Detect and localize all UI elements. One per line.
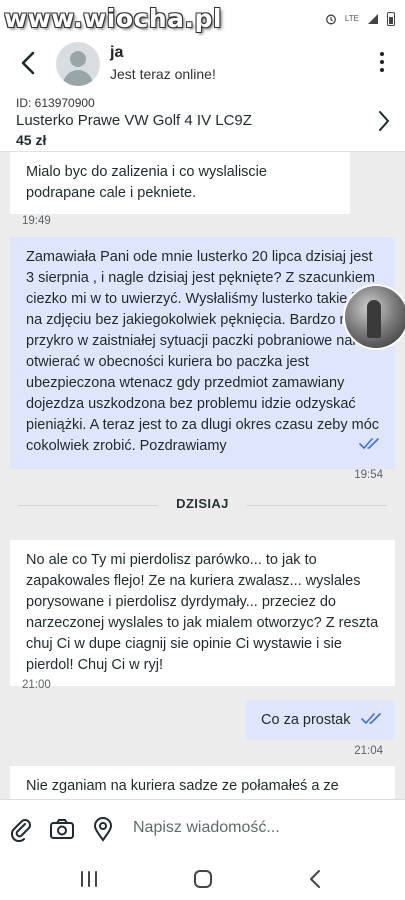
message-incoming[interactable]: Mialo byc do zalizenia i co wyslaliscie … [10, 152, 350, 214]
read-ticks-icon [361, 713, 381, 724]
ad-info-bar[interactable]: ID: 613970900 Lusterko Prawe VW Golf 4 I… [0, 90, 405, 152]
contact-name[interactable]: ja [110, 44, 123, 62]
location-icon[interactable] [90, 816, 116, 842]
avatar[interactable] [56, 42, 100, 86]
message-time: 21:00 [22, 679, 51, 691]
floating-video-thumbnail[interactable] [343, 284, 405, 350]
chat-header: ja Jest teraz online! [0, 36, 405, 90]
message-input[interactable]: Napisz wiadomość... [133, 819, 280, 837]
ad-price: 45 zł [16, 132, 47, 148]
ad-id: ID: 613970900 [16, 96, 95, 110]
chevron-right-icon[interactable] [377, 110, 391, 132]
message-composer: Napisz wiadomość... [0, 799, 405, 857]
message-text: No ale co Ty mi pierdolisz parówko... to… [26, 552, 379, 673]
status-icons: LTE [325, 12, 395, 26]
battery-icon [387, 12, 395, 26]
signal-icon [368, 14, 378, 24]
system-nav-bar [0, 857, 405, 900]
avatar-head-shape [70, 51, 86, 67]
ad-title: Lusterko Prawe VW Golf 4 IV LC9Z [16, 112, 252, 129]
message-time: 21:04 [354, 745, 383, 757]
message-incoming[interactable]: No ale co Ty mi pierdolisz parówko... to… [10, 540, 395, 686]
read-ticks-icon [359, 438, 379, 449]
message-time: 19:54 [354, 469, 383, 481]
message-text: Zamawiała Pani ode mnie lusterko 20 lipc… [26, 249, 380, 454]
message-incoming[interactable]: Nie zganiam na kuriera sadze ze połamałe… [10, 766, 395, 799]
message-text: Mialo byc do zalizenia i co wyslaliscie … [26, 164, 267, 201]
avatar-body-shape [63, 70, 93, 86]
message-outgoing[interactable]: Zamawiała Pani ode mnie lusterko 20 lipc… [10, 237, 395, 469]
day-separator-label: DZISIAJ [176, 496, 229, 511]
status-bar: www.wiocha.pl LTE [0, 0, 405, 36]
chat-messages[interactable]: Mialo byc do zalizenia i co wyslaliscie … [0, 152, 405, 799]
back-arrow-icon[interactable] [18, 50, 40, 76]
camera-icon[interactable] [49, 816, 75, 842]
thumbnail-figure [367, 300, 381, 338]
recents-icon[interactable] [78, 869, 100, 889]
message-time: 19:49 [22, 215, 51, 227]
attach-icon[interactable] [8, 816, 34, 842]
network-label: LTE [344, 14, 359, 23]
day-separator: DZISIAJ [0, 495, 405, 515]
message-text: Nie zganiam na kuriera sadze ze połamałe… [26, 778, 339, 794]
alarm-icon [325, 14, 336, 25]
watermark: www.wiocha.pl [4, 4, 222, 33]
back-icon[interactable] [305, 869, 327, 889]
contact-status: Jest teraz online! [110, 66, 216, 82]
home-icon[interactable] [192, 869, 214, 889]
more-vert-icon[interactable] [379, 52, 385, 72]
message-text: Co za prostak [261, 712, 351, 728]
